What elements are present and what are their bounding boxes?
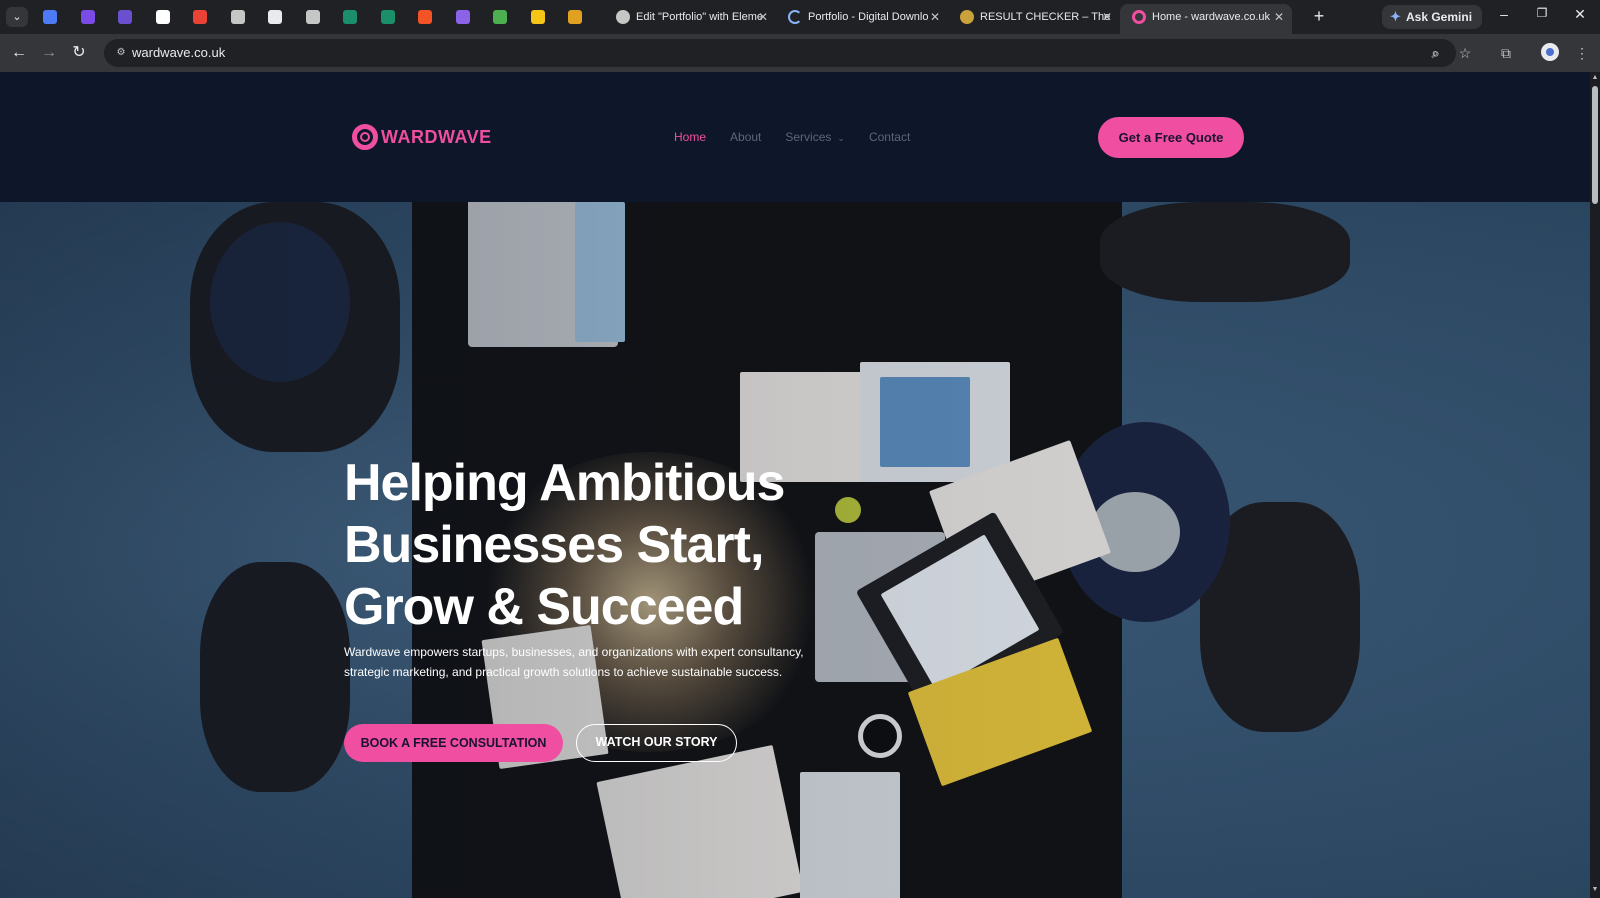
scroll-up-icon[interactable]: ▲ [1591,74,1599,82]
browser-toolbar: ← → ↻ ⚙ wardwave.co.uk ⌕ ⌕ ☆ ⧉ ⋮ [0,34,1600,72]
hero-title-line: Grow & Succeed [344,578,744,636]
chevron-down-icon: ⌄ [837,133,845,143]
hero-subtitle-line: strategic marketing, and practical growt… [344,665,783,679]
hat-icon [118,10,132,24]
page-scrollbar[interactable]: ▲ ▼ [1590,72,1600,898]
main-nav: Home About Services ⌄ Contact [674,128,934,147]
get-free-quote-button[interactable]: Get a Free Quote [1098,117,1244,158]
zoom-icon[interactable]: ⌕ [1426,43,1446,63]
site-logo[interactable]: WARDWAVE [352,122,492,152]
stripes-icon [493,10,507,24]
hero-title-line: Businesses Start, [344,516,764,574]
globe-icon [230,10,245,24]
pinned-tab[interactable] [257,0,293,34]
h-logo-icon [80,10,95,24]
pinned-tab[interactable] [70,0,106,34]
pinned-tab[interactable] [445,0,481,34]
wardwave-logo-icon [352,124,378,150]
nav-services-label: Services [785,130,832,144]
reload-icon: ↻ [72,44,86,61]
restore-button[interactable]: ❐ [1530,6,1554,20]
close-window-button[interactable]: ✕ [1568,6,1592,23]
logo-text: WARDWAVE [381,126,492,147]
url-text[interactable]: wardwave.co.uk [132,39,225,67]
check-badge-icon [380,10,395,24]
globe-icon [616,10,630,24]
tab-edit-portfolio[interactable]: Edit "Portfolio" with Eleme ✕ [604,4,776,34]
back-button[interactable]: ← [8,42,30,64]
gear-icon [960,10,974,24]
page-viewport: WARDWAVE Home About Services ⌄ Contact Ge… [0,72,1600,898]
pinned-tab[interactable] [370,0,406,34]
card-icon [530,10,545,24]
pinned-tab[interactable] [332,0,368,34]
nav-home[interactable]: Home [674,128,706,147]
address-bar[interactable]: ⚙ wardwave.co.uk ⌕ [104,39,1456,67]
hero-subtitle: Wardwave empowers startups, businesses, … [344,642,844,682]
hero-title-line: Helping Ambitious [344,454,785,512]
scrollbar-thumb[interactable] [1592,86,1598,204]
pinned-tab[interactable] [295,0,331,34]
gemini-label: Ask Gemini [1406,10,1473,24]
scroll-down-icon[interactable]: ▼ [1591,886,1599,894]
hero-subtitle-line: Wardwave empowers startups, businesses, … [344,645,804,659]
tab-home-wardwave[interactable]: Home - wardwave.co.uk ✕ [1120,4,1292,34]
hero-title: Helping Ambitious Businesses Start, Grow… [344,452,904,638]
ask-gemini-button[interactable]: ✦ Ask Gemini [1382,5,1483,29]
microsoft-icon [418,10,432,24]
forward-button[interactable]: → [38,42,60,64]
close-icon[interactable]: ✕ [1274,4,1284,30]
profile-avatar[interactable] [1541,43,1559,61]
bookmark-star-icon[interactable]: ☆ [1455,43,1475,63]
tab-title: Edit "Portfolio" with Eleme [636,11,764,23]
pinned-tab[interactable] [407,0,443,34]
qr-icon [455,10,470,24]
book-consultation-button[interactable]: BOOK A FREE CONSULTATION [344,724,563,762]
loading-icon [788,10,802,24]
document-icon [268,10,282,24]
new-tab-button[interactable]: + [1308,5,1330,27]
gemini-sparkle-icon: ✦ [1390,9,1401,24]
extensions-icon[interactable]: ⧉ [1496,43,1516,63]
openai-icon [155,10,170,24]
minimize-button[interactable]: – [1492,6,1516,22]
pinned-tab[interactable] [145,0,181,34]
tab-result-checker[interactable]: RESULT CHECKER – The W ✕ [948,4,1120,34]
pinned-tab[interactable] [220,0,256,34]
pinned-tab[interactable] [32,0,68,34]
tab-portfolio-downloads[interactable]: Portfolio - Digital Downlo ✕ [776,4,948,34]
tab-title: Home - wardwave.co.uk [1152,11,1270,23]
close-icon[interactable]: ✕ [930,4,940,30]
site-header: WARDWAVE Home About Services ⌄ Contact Ge… [0,72,1590,202]
gmail-icon [193,10,207,24]
pinned-tab[interactable] [482,0,518,34]
menu-kebab-icon[interactable]: ⋮ [1572,43,1592,63]
pinned-tab[interactable] [107,0,143,34]
nav-contact[interactable]: Contact [869,128,910,147]
watch-our-story-button[interactable]: WATCH OUR STORY [576,724,737,762]
reload-button[interactable]: ↻ [68,42,90,64]
tab-title: RESULT CHECKER – The W [980,11,1110,23]
arrow-left-icon: ← [11,44,27,61]
pinned-tab[interactable] [182,0,218,34]
bee-icon [568,10,582,24]
arrow-right-icon: → [41,44,57,61]
tab-search-button[interactable]: ⌄ [6,7,28,27]
chevron-down-icon: ⌄ [12,11,22,23]
wardwave-icon [1132,10,1146,24]
check-badge-icon [343,10,357,24]
tab-title: Portfolio - Digital Downlo [808,11,929,23]
close-icon[interactable]: ✕ [1102,4,1112,30]
pinned-tab[interactable] [557,0,593,34]
globe-icon [305,10,320,24]
nav-services[interactable]: Services ⌄ [785,128,845,147]
site-info-icon[interactable]: ⚙ [113,45,129,61]
tab-strip: ⌄ Edit "Portfolio" with Eleme ✕ Portfoli… [0,0,1600,34]
hero-section: Helping Ambitious Businesses Start, Grow… [0,202,1590,898]
close-icon[interactable]: ✕ [758,4,768,30]
nav-about[interactable]: About [730,128,761,147]
pinned-tab[interactable] [520,0,556,34]
check-shield-icon [43,10,57,24]
